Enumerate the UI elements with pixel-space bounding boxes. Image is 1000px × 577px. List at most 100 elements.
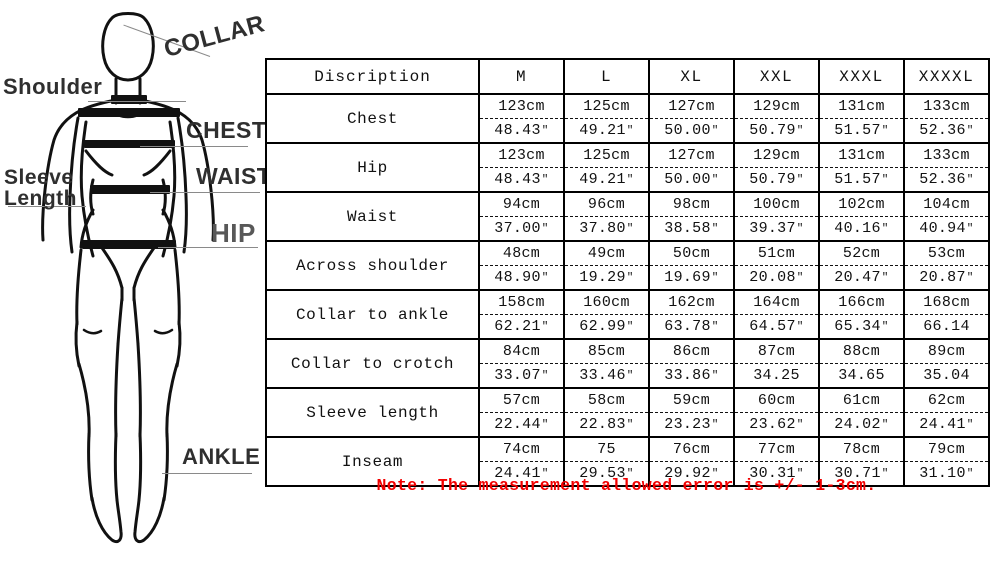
sleeve-label-line1: Sleeve [4,166,74,189]
value-cm: 133cm [905,144,988,168]
value-inch-number: 20.87 [919,269,966,286]
value-inch-number: 62.99 [579,318,626,335]
value-inch: 33.07 ″ [480,364,563,387]
diagram-label-chest: CHEST [186,117,267,143]
measurement-cell: 125cm 49.21 ″ [563,142,650,193]
inch-mark-icon: ″ [541,369,549,382]
value-inch: 23.62 ″ [735,413,818,436]
inch-mark-icon: ″ [881,271,889,284]
inch-mark-icon: ″ [881,418,889,431]
value-inch-number: 37.80 [579,220,626,237]
measurement-cell: 158cm 62.21 ″ [478,289,565,340]
value-inch: 40.16 ″ [820,217,903,240]
value-inch-number: 50.00 [664,122,711,139]
value-inch-number: 48.90 [494,269,541,286]
inch-mark-icon: ″ [626,222,634,235]
value-cm: 133cm [905,95,988,119]
diagram-label-ankle: ANKLE [182,444,261,469]
value-inch-number: 51.57 [834,171,881,188]
value-cm: 57cm [480,389,563,413]
table-row: Across shoulder 48cm 48.90 ″ 49cm 19.29 ″ 50cm 1… [265,240,990,291]
value-inch: 50.00 ″ [650,168,733,191]
measurement-cell: 57cm 22.44 ″ [478,387,565,438]
value-cm: 60cm [735,389,818,413]
value-inch: 34.65 [820,364,903,387]
value-inch-number: 40.94 [919,220,966,237]
value-inch-number: 20.08 [749,269,796,286]
value-inch-number: 64.57 [749,318,796,335]
value-inch: 49.21 ″ [565,168,648,191]
value-cm: 75 [565,438,648,462]
row-label: Across shoulder [265,240,480,291]
value-inch-number: 22.83 [579,416,626,433]
value-inch: 62.21 ″ [480,315,563,338]
value-inch-number: 33.46 [579,367,626,384]
measurement-cell: 85cm 33.46 ″ [563,338,650,389]
value-cm: 127cm [650,144,733,168]
value-inch: 40.94 ″ [905,217,988,240]
value-cm: 74cm [480,438,563,462]
value-inch-number: 23.23 [664,416,711,433]
value-cm: 131cm [820,95,903,119]
inch-mark-icon: ″ [966,271,974,284]
value-cm: 162cm [650,291,733,315]
measurement-cell: 94cm 37.00 ″ [478,191,565,242]
measurement-cell: 89cm 35.04 [903,338,990,389]
inch-mark-icon: ″ [541,271,549,284]
table-header-row: Discription M L XL XXL XXXL XXXXL [265,58,990,95]
measurement-cell: 131cm 51.57 ″ [818,93,905,144]
value-cm: 131cm [820,144,903,168]
inch-mark-icon: ″ [711,418,719,431]
value-inch-number: 50.79 [749,122,796,139]
value-inch-number: 22.44 [494,416,541,433]
measurement-cell: 100cm 39.37 ″ [733,191,820,242]
table-row: Chest 123cm 48.43 ″ 125cm 49.21 ″ 127cm 50.00 ″ 12… [265,93,990,144]
inch-mark-icon: ″ [881,124,889,137]
value-inch-number: 23.62 [749,416,796,433]
value-cm: 125cm [565,95,648,119]
inch-mark-icon: ″ [796,124,804,137]
inch-mark-icon: ″ [711,369,719,382]
value-inch: 22.83 ″ [565,413,648,436]
measurement-cell: 104cm 40.94 ″ [903,191,990,242]
value-cm: 85cm [565,340,648,364]
measurement-cell: 59cm 23.23 ″ [648,387,735,438]
column-header-xxxxl: XXXXL [903,58,990,95]
value-inch-number: 48.43 [494,122,541,139]
measurement-cell: 129cm 50.79 ″ [733,93,820,144]
value-inch-number: 33.07 [494,367,541,384]
value-cm: 48cm [480,242,563,266]
value-inch-number: 52.36 [919,122,966,139]
inch-mark-icon: ″ [966,173,974,186]
value-inch: 24.41 ″ [905,413,988,436]
value-inch: 50.79 ″ [735,168,818,191]
inch-mark-icon: ″ [881,173,889,186]
value-inch: 50.00 ″ [650,119,733,142]
value-inch: 22.44 ″ [480,413,563,436]
inch-mark-icon: ″ [796,222,804,235]
value-inch: 19.69 ″ [650,266,733,289]
value-inch: 48.43 ″ [480,119,563,142]
leader-line-waist [150,192,260,193]
size-chart-panel: Discription M L XL XXL XXXL XXXXL Chest 1… [265,58,990,487]
value-inch-number: 19.69 [664,269,711,286]
inch-mark-icon: ″ [796,320,804,333]
value-cm: 129cm [735,95,818,119]
value-inch: 63.78 ″ [650,315,733,338]
inch-mark-icon: ″ [541,222,549,235]
value-inch-number: 35.04 [923,367,970,384]
value-inch-number: 38.58 [664,220,711,237]
measurement-cell: 133cm 52.36 ″ [903,93,990,144]
measurement-cell: 51cm 20.08 ″ [733,240,820,291]
value-inch: 50.79 ″ [735,119,818,142]
value-inch-number: 50.79 [749,171,796,188]
diagram-label-waist: WAIST [196,163,272,189]
leader-line-ankle [162,473,252,474]
column-header-xxxl: XXXL [818,58,905,95]
value-inch: 35.04 [905,364,988,387]
value-cm: 53cm [905,242,988,266]
inch-mark-icon: ″ [626,418,634,431]
value-cm: 78cm [820,438,903,462]
value-cm: 79cm [905,438,988,462]
measurement-cell: 125cm 49.21 ″ [563,93,650,144]
